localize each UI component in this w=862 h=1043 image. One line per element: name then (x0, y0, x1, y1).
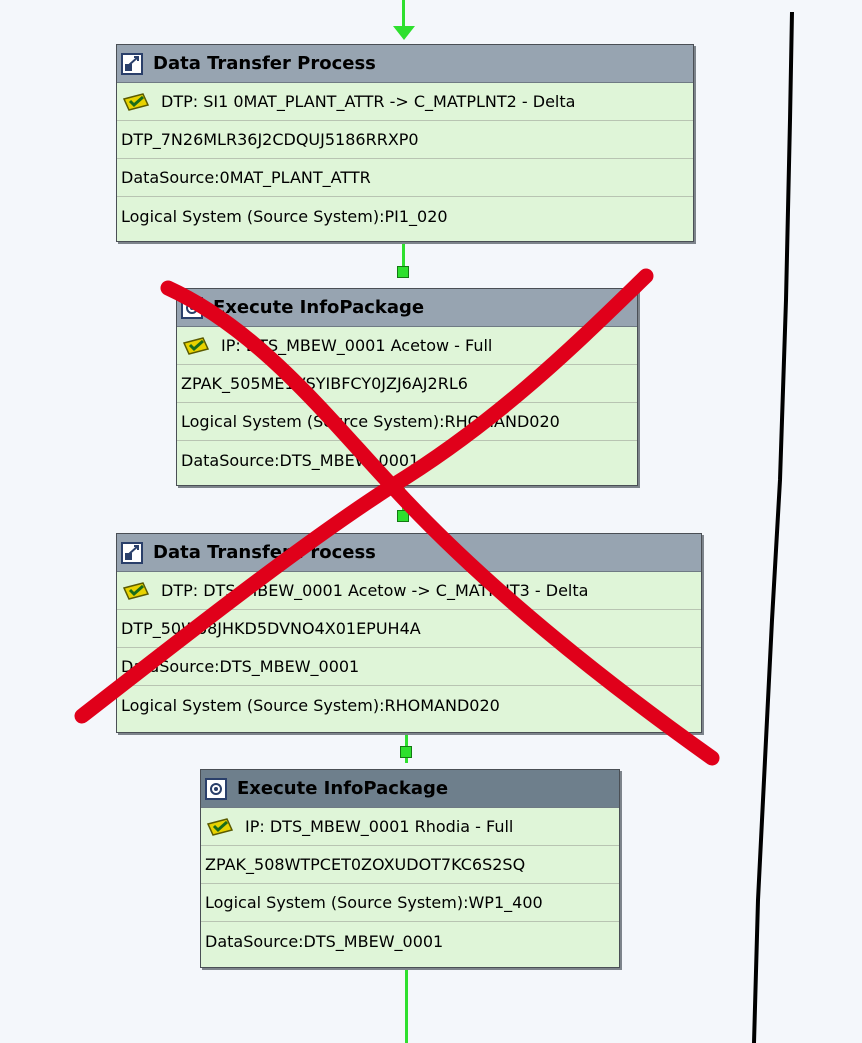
node-technical-name: DTP_50W68JHKD5DVNO4X01EPUH4A (117, 610, 701, 648)
connector-port[interactable] (400, 746, 412, 758)
node-logical-system: Logical System (Source System):PI1_020 (121, 206, 448, 226)
node-title: Execute InfoPackage (213, 297, 425, 318)
node-description: DTP: SI1 0MAT_PLANT_ATTR -> C_MATPLNT2 -… (161, 92, 576, 111)
connector-line (405, 968, 408, 1043)
node-datasource: DataSource:0MAT_PLANT_ATTR (117, 159, 693, 197)
infopackage-icon (205, 777, 227, 800)
node-description: IP: DTS_MBEW_0001 Rhodia - Full (245, 817, 514, 836)
infopackage-node-rhodia[interactable]: Execute InfoPackage IP: DTS_MBEW_0001 Rh… (200, 769, 620, 968)
node-logical-system: Logical System (Source System):RHOMAND02… (177, 403, 637, 441)
infopackage-icon (181, 296, 203, 319)
node-technical-name: ZPAK_508WTPCET0ZOXUDOT7KC6S2SQ (201, 846, 619, 884)
node-title-bar[interactable]: Data Transfer Process (117, 534, 701, 572)
node-description-row: IP: DTS_MBEW_0001 Rhodia - Full (201, 808, 619, 846)
node-datasource: DataSource:DTS_MBEW_0001 (205, 931, 444, 951)
node-description-row: IP: DTS_MBEW_0001 Acetow - Full (177, 327, 637, 365)
node-logical-system: Logical System (Source System):WP1_400 (201, 884, 619, 922)
node-title-bar[interactable]: Data Transfer Process (117, 45, 693, 83)
infopackage-node-acetow[interactable]: Execute InfoPackage IP: DTS_MBEW_0001 Ac… (176, 288, 638, 486)
infopackage-status-icon (181, 335, 211, 357)
node-description-row: DTP: SI1 0MAT_PLANT_ATTR -> C_MATPLNT2 -… (117, 83, 693, 121)
dtp-icon (121, 52, 143, 75)
dtp-status-icon (121, 91, 151, 113)
node-title-bar[interactable]: Execute InfoPackage (177, 289, 637, 327)
dtp-node-0mat-plant-attr[interactable]: Data Transfer Process DTP: SI1 0MAT_PLAN… (116, 44, 694, 242)
infopackage-status-icon (205, 816, 235, 838)
node-technical-name: DTP_7N26MLR36J2CDQUJ5186RRXP0 (117, 121, 693, 159)
node-title-bar[interactable]: Execute InfoPackage (201, 770, 619, 808)
dtp-node-dts-mbew[interactable]: Data Transfer Process DTP: DTS_MBEW_0001… (116, 533, 702, 733)
node-title: Data Transfer Process (153, 542, 376, 563)
dtp-status-icon (121, 580, 151, 602)
node-description: IP: DTS_MBEW_0001 Acetow - Full (221, 336, 493, 355)
node-title: Data Transfer Process (153, 53, 376, 74)
process-chain-canvas: Data Transfer Process DTP: SI1 0MAT_PLAN… (0, 0, 862, 1043)
node-datasource: DataSource:DTS_MBEW_0001 (181, 450, 420, 470)
node-description: DTP: DTS_MBEW_0001 Acetow -> C_MATPNT3 -… (161, 581, 589, 600)
connector-port[interactable] (397, 266, 409, 278)
node-description-row: DTP: DTS_MBEW_0001 Acetow -> C_MATPNT3 -… (117, 572, 701, 610)
node-title: Execute InfoPackage (237, 778, 449, 799)
node-datasource: DataSource:DTS_MBEW_0001 (117, 648, 701, 686)
arrow-down-icon (393, 26, 415, 40)
connector-port[interactable] (397, 510, 409, 522)
node-technical-name: ZPAK_505ME1VSYIBFCY0JZJ6AJ2RL6 (177, 365, 637, 403)
node-logical-system: Logical System (Source System):RHOMAND02… (121, 695, 500, 715)
dtp-icon (121, 541, 143, 564)
